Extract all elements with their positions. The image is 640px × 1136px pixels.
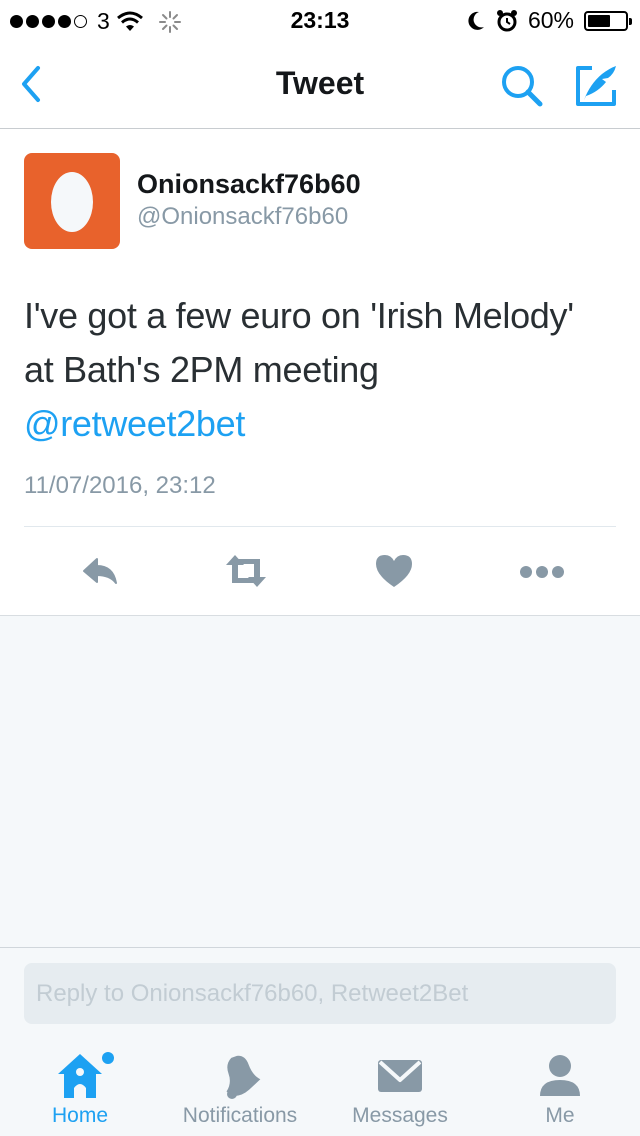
retweet-icon xyxy=(226,555,266,587)
tweet-text-line: I've got a few euro on 'Irish Melody' xyxy=(24,295,574,336)
reply-button[interactable] xyxy=(80,551,124,591)
battery-icon xyxy=(584,10,632,31)
search-button[interactable] xyxy=(498,62,546,110)
tab-notifications[interactable]: Notifications xyxy=(160,1036,320,1136)
reply-icon xyxy=(83,558,117,584)
status-bar: 3 23:13 60% xyxy=(0,0,640,40)
user-handle[interactable]: @Onionsackf76b60 xyxy=(137,203,348,231)
tweet-text-line: at Bath's 2PM meeting xyxy=(24,349,379,390)
tab-label: Home xyxy=(51,1104,109,1127)
divider xyxy=(24,526,616,527)
tweet-text: I've got a few euro on 'Irish Melody' at… xyxy=(24,289,624,451)
tweet-detail-screen: 3 23:13 60% Tweet Onionsackf76b60 @Onion… xyxy=(0,0,640,1136)
more-icon xyxy=(520,566,564,578)
compose-button[interactable] xyxy=(572,62,620,110)
bell-icon xyxy=(226,1055,261,1099)
envelope-icon xyxy=(378,1060,422,1092)
reply-bar: Reply to Onionsackf76b60, Retweet2Bet xyxy=(0,947,640,1036)
battery-fill xyxy=(588,14,610,27)
reply-input[interactable]: Reply to Onionsackf76b60, Retweet2Bet xyxy=(24,963,616,1024)
like-icon xyxy=(376,555,412,587)
tweet-timestamp: 11/07/2016, 23:12 xyxy=(24,472,216,499)
new-tweets-dot xyxy=(102,1052,114,1064)
status-right: 60% xyxy=(466,7,632,34)
alarm-icon xyxy=(496,9,517,31)
display-name[interactable]: Onionsackf76b60 xyxy=(137,169,361,200)
avatar[interactable] xyxy=(24,153,120,249)
person-icon xyxy=(540,1055,580,1096)
moon-icon xyxy=(468,11,484,30)
tab-home[interactable]: Home xyxy=(0,1036,160,1136)
more-button[interactable] xyxy=(518,551,564,591)
tab-me[interactable]: Me xyxy=(480,1036,640,1136)
like-button[interactable] xyxy=(374,551,418,591)
home-icon xyxy=(58,1054,102,1098)
tab-label: Me xyxy=(545,1104,575,1127)
egg-icon xyxy=(51,172,93,232)
navigation-bar: Tweet xyxy=(0,40,640,129)
search-icon xyxy=(502,66,543,107)
tab-bar: Home Notifications Messages Me xyxy=(0,1036,640,1136)
tab-messages[interactable]: Messages xyxy=(320,1036,480,1136)
tab-label: Notifications xyxy=(182,1104,298,1127)
compose-icon xyxy=(576,66,616,106)
retweet-button[interactable] xyxy=(222,551,266,591)
tab-label: Messages xyxy=(352,1104,448,1127)
tweet-card: Onionsackf76b60 @Onionsackf76b60 I've go… xyxy=(0,129,640,616)
mention-link[interactable]: @retweet2bet xyxy=(24,397,624,451)
battery-percent: 60% xyxy=(527,7,574,33)
